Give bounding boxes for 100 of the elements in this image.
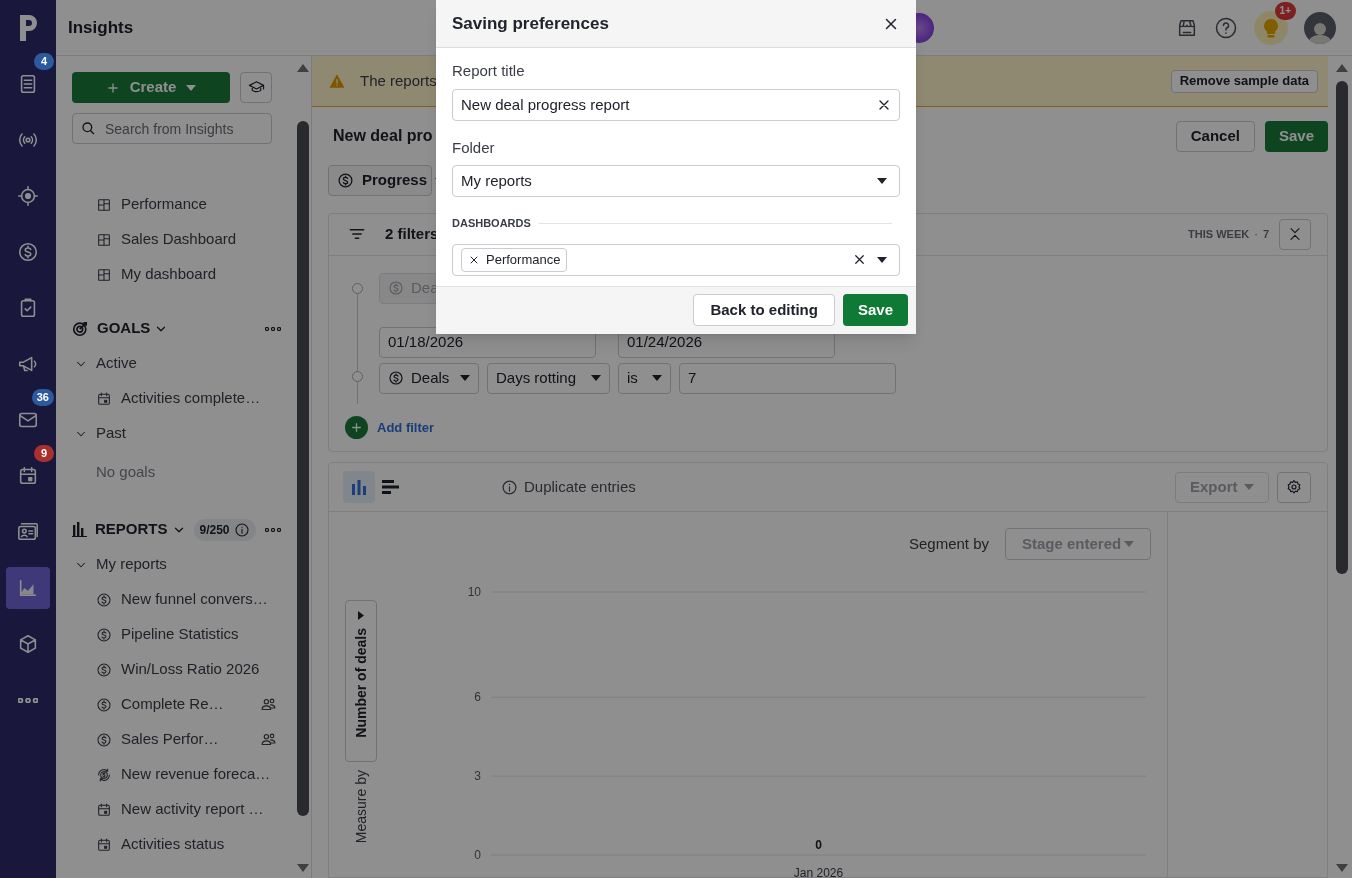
- sidebar-item[interactable]: Activities status: [72, 827, 291, 862]
- dollar-icon: [96, 731, 112, 748]
- chart-icon: [17, 577, 39, 599]
- bar-chart-icon: [72, 522, 87, 537]
- sidebar-item[interactable]: Pipeline Statistics: [72, 617, 291, 652]
- help-icon: [1214, 15, 1238, 40]
- bar-chart-icon: [382, 479, 400, 495]
- dashboard-item[interactable]: Sales Dashboard: [72, 222, 291, 257]
- folder-dropdown[interactable]: My reports: [452, 165, 900, 197]
- scrollbar-thumb[interactable]: [297, 121, 309, 816]
- measure-dropdown[interactable]: Number of deals: [345, 600, 377, 762]
- create-button[interactable]: Create: [72, 72, 230, 103]
- scroll-down-icon[interactable]: [297, 864, 309, 872]
- operator-dropdown[interactable]: is: [618, 362, 671, 394]
- field-dropdown[interactable]: Days rotting: [487, 362, 610, 394]
- info-icon: [501, 478, 518, 496]
- duplicate-entries-label[interactable]: Duplicate entries: [524, 475, 636, 499]
- caret-icon: [877, 178, 887, 184]
- nav-item[interactable]: [16, 184, 40, 208]
- banner-text: The reports: [360, 70, 437, 91]
- period-count: 7: [1262, 227, 1269, 243]
- clear-icon: [852, 252, 867, 267]
- sidebar-item[interactable]: New activity report …: [72, 792, 291, 827]
- scrollbar-thumb[interactable]: [1336, 81, 1348, 574]
- entity-dropdown[interactable]: Deals: [379, 362, 479, 394]
- people-icon: [260, 696, 277, 713]
- caret-icon: [1244, 484, 1254, 490]
- calendar-icon: [96, 836, 112, 853]
- more-icon: [18, 697, 38, 703]
- axis-tick-label: 3: [474, 769, 481, 784]
- group-toggle[interactable]: Active: [72, 346, 291, 381]
- view-toggle[interactable]: [343, 471, 375, 503]
- dollar-icon: [17, 241, 39, 263]
- target-icon: [17, 185, 39, 207]
- dashboard-item[interactable]: My dashboard: [72, 257, 291, 292]
- caret-icon: [652, 375, 662, 382]
- report-title: New deal pro: [333, 126, 433, 146]
- calendar-icon: [96, 801, 112, 818]
- period-label: THIS WEEK: [1188, 227, 1250, 243]
- dollar-icon: [388, 280, 404, 297]
- academy-button[interactable]: [240, 72, 272, 103]
- sidebar-item[interactable]: New revenue foreca…: [72, 757, 291, 792]
- sidebar-item[interactable]: Complete Re…: [72, 687, 291, 722]
- remove-sample-data-button[interactable]: Remove sample data: [1170, 69, 1318, 93]
- sidebar-item[interactable]: Sales Perfor…: [72, 722, 291, 757]
- value-field[interactable]: 7: [679, 362, 896, 394]
- settings-button[interactable]: [1277, 471, 1311, 503]
- warning-icon: [328, 72, 346, 90]
- separator-dot: ·: [1254, 227, 1258, 243]
- collapse-icon: [1287, 226, 1303, 243]
- search-field[interactable]: Search from Insights: [72, 113, 272, 144]
- goal-target-icon: [72, 320, 89, 337]
- calendar-icon: [96, 390, 112, 407]
- measure-label: Measure by: [351, 770, 370, 844]
- axis-tick-label: 6: [474, 690, 481, 705]
- section-heading[interactable]: GOALS: [97, 317, 151, 340]
- dashboard-item[interactable]: Performance: [72, 187, 291, 222]
- sidebar-item[interactable]: Activities complete…: [72, 381, 291, 416]
- scroll-down-icon[interactable]: [1336, 864, 1348, 872]
- nav-item[interactable]: [6, 567, 50, 609]
- info-icon: [233, 521, 250, 538]
- report-title-field[interactable]: New deal progress report: [452, 88, 900, 121]
- group-toggle[interactable]: Past: [72, 416, 291, 451]
- cancel-button[interactable]: Cancel: [1175, 120, 1255, 152]
- more-icon: [265, 326, 281, 331]
- lightbulb-icon: [1262, 17, 1280, 38]
- page-title: Insights: [68, 16, 134, 39]
- add-filter-link[interactable]: Add filter: [377, 417, 435, 438]
- dollar-icon: [388, 370, 404, 387]
- avatar[interactable]: [1304, 11, 1336, 44]
- caret-icon: [460, 375, 470, 382]
- data-label: 0: [815, 838, 822, 852]
- dashboard-icon: [96, 231, 112, 248]
- dialog-title: Saving preferences: [452, 12, 609, 35]
- sidebar-item[interactable]: Win/Loss Ratio 2026: [72, 652, 291, 687]
- group-toggle[interactable]: My reports: [72, 547, 291, 582]
- column-chart-icon: [351, 479, 367, 495]
- save-button[interactable]: Save: [842, 294, 908, 326]
- forecast-icon: [96, 766, 112, 783]
- more-icon: [265, 527, 281, 532]
- collapse-button[interactable]: [1279, 218, 1311, 250]
- back-to-editing-button[interactable]: Back to editing: [693, 294, 835, 326]
- save-button[interactable]: Save: [1264, 120, 1328, 152]
- report-count-badge[interactable]: 9/250: [193, 518, 256, 541]
- dashboards-select[interactable]: Performance: [452, 243, 900, 276]
- caret-icon: [1124, 541, 1134, 547]
- box-icon: [17, 633, 39, 655]
- help-button[interactable]: [1214, 15, 1238, 40]
- filter-summary[interactable]: 2 filters: [385, 223, 439, 246]
- nav-item[interactable]: [16, 240, 40, 264]
- logo-icon[interactable]: [17, 13, 39, 43]
- dashboard-tag[interactable]: Performance: [461, 247, 568, 272]
- dollar-icon: [96, 626, 112, 643]
- sidebar-item[interactable]: New funnel convers…: [72, 582, 291, 617]
- caret-icon: [186, 84, 197, 91]
- calendar-icon: [17, 465, 39, 487]
- count-badge: 4: [34, 53, 54, 70]
- scroll-up-icon[interactable]: [297, 64, 309, 72]
- scroll-up-icon[interactable]: [1336, 64, 1348, 72]
- section-heading[interactable]: REPORTS: [95, 518, 168, 541]
